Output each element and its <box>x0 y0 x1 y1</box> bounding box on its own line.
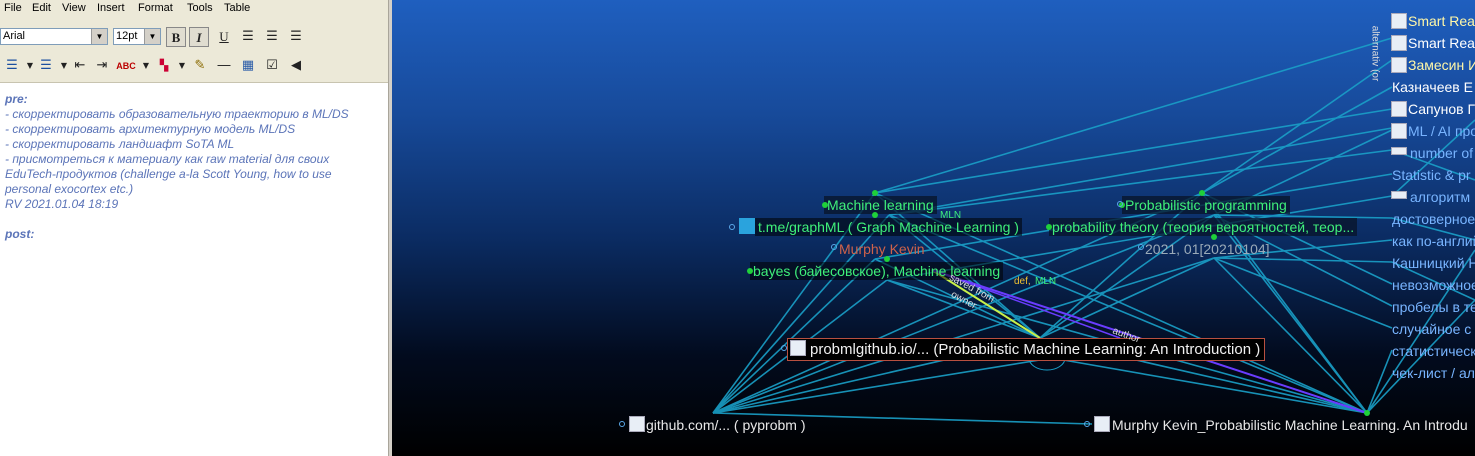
node-anchor <box>1364 410 1370 416</box>
size-select-value: 12pt <box>116 30 138 42</box>
node-anchor <box>872 212 878 218</box>
node-murphy-file[interactable]: Murphy Kevin_Probabilistic Machine Learn… <box>1109 416 1471 434</box>
node-prob-programming[interactable]: Probabilistic programming <box>1122 196 1290 214</box>
file-icon <box>1094 416 1110 432</box>
checkbox-icon[interactable]: ☑ <box>262 56 282 76</box>
bullet-list-icon[interactable]: ☰ <box>2 56 22 76</box>
node-anchor <box>822 202 828 208</box>
node-central[interactable]: probmlgithub.io/... (Probabilistic Machi… <box>787 338 1266 361</box>
edge-label: def, <box>1014 276 1031 287</box>
note-line: pre: <box>5 92 28 106</box>
chevron-down-icon[interactable]: ▼ <box>172 56 192 76</box>
font-select[interactable]: Arial ▼ <box>0 28 108 45</box>
node-anchor <box>1117 201 1123 207</box>
node-anchor <box>781 345 787 351</box>
edge-label: MLN <box>940 210 962 221</box>
align-center-icon[interactable]: ☰ <box>262 27 282 47</box>
edge-label: alternativ (or <box>1369 25 1381 82</box>
node-anchor <box>619 421 625 427</box>
node-pyprobm[interactable]: github.com/... ( pyprobm ) <box>643 416 809 434</box>
note-line: - присмотреться к материалу как raw mate… <box>5 152 330 166</box>
node-anchor <box>831 244 837 250</box>
right-node[interactable]: случайное с <box>1392 320 1471 338</box>
node-anchor <box>872 190 878 196</box>
italic-button[interactable]: I <box>189 27 209 47</box>
color-icon[interactable]: ▚ <box>154 56 174 76</box>
align-left-icon[interactable]: ☰ <box>238 27 258 47</box>
note-line: personal exocortex etc.) <box>5 182 134 196</box>
file-icon <box>790 340 806 356</box>
chevron-down-icon[interactable]: ▼ <box>91 29 107 44</box>
right-node[interactable]: Кашницкий Н <box>1392 254 1475 272</box>
node-central-label: probmlgithub.io/... (Probabilistic Machi… <box>810 341 1261 358</box>
menu-file[interactable]: File <box>4 2 22 14</box>
underline-button[interactable]: U <box>214 27 234 47</box>
align-right-icon[interactable]: ☰ <box>286 27 306 47</box>
menu-insert[interactable]: Insert <box>97 2 125 14</box>
font-select-value: Arial <box>3 30 26 42</box>
right-node[interactable]: статистическ <box>1392 342 1475 360</box>
node-anchor <box>729 224 735 230</box>
format-toolbar: Arial ▼ 12pt ▼ B I U ☰ ☰ ☰ <box>0 18 388 54</box>
table-icon[interactable]: ▦ <box>238 56 258 76</box>
node-prob-theory[interactable]: probability theory (теория вероятностей,… <box>1049 218 1358 236</box>
telegram-icon <box>739 218 755 234</box>
note-line: post: <box>5 227 35 241</box>
edge-label: MLN <box>1035 276 1057 287</box>
size-select[interactable]: 12pt ▼ <box>113 28 161 45</box>
note-line: - скорректировать архитектурную модель M… <box>5 122 296 136</box>
horizontal-rule-icon[interactable]: ― <box>214 56 234 76</box>
spellcheck-icon[interactable]: ABC <box>116 56 136 76</box>
right-node[interactable]: невозможное <box>1392 276 1475 294</box>
note-text[interactable]: pre: - скорректировать образовательную т… <box>0 83 388 456</box>
note-line: EduTech-продуктов (challenge a-la Scott … <box>5 167 332 181</box>
node-anchor <box>1084 421 1090 427</box>
menu-format[interactable]: Format <box>138 2 173 14</box>
chevron-down-icon[interactable]: ▼ <box>136 56 156 76</box>
node-anchor <box>1211 234 1217 240</box>
outdent-icon[interactable]: ⇤ <box>70 56 90 76</box>
mind-map-canvas[interactable]: Machine learning t.me/graphML ( Graph Ma… <box>392 0 1475 456</box>
bold-button[interactable]: B <box>166 27 186 47</box>
note-line: - скорректировать ландшафт SoTA ML <box>5 137 235 151</box>
right-node[interactable]: пробелы в те <box>1392 298 1475 316</box>
insert-toolbar: ☰ ▼ ☰ ▼ ⇤ ⇥ ABC ▼ ▚ ▼ ✎ ― ▦ ☑ ◀ <box>0 54 388 83</box>
node-anchor <box>884 256 890 262</box>
note-line: RV 2021.01.04 18:19 <box>5 197 119 211</box>
thumbnail-icon <box>1391 191 1407 199</box>
note-line: - скорректировать образовательную траект… <box>5 107 349 121</box>
node-anchor <box>1138 244 1144 250</box>
file-icon <box>1391 13 1407 29</box>
thumbnail-icon <box>1391 147 1407 155</box>
menu-view[interactable]: View <box>62 2 86 14</box>
clear-format-icon[interactable]: ✎ <box>190 56 210 76</box>
node-anchor <box>1046 224 1052 230</box>
right-node[interactable]: Statistic & pr <box>1392 166 1471 184</box>
node-bayes[interactable]: bayes (байесовское), Machine learning <box>750 262 1004 280</box>
menu-bar: File Edit View Insert Format Tools Table <box>0 0 388 18</box>
node-machine-learning[interactable]: Machine learning <box>824 196 937 214</box>
menu-edit[interactable]: Edit <box>32 2 51 14</box>
file-icon <box>1391 123 1407 139</box>
menu-table[interactable]: Table <box>224 2 250 14</box>
file-icon <box>1391 57 1407 73</box>
right-node[interactable]: как по-англий <box>1392 232 1475 250</box>
right-node[interactable]: достоверное <box>1392 210 1475 228</box>
numbered-list-icon[interactable]: ☰ <box>36 56 56 76</box>
node-date[interactable]: 2021, 01[20210104] <box>1142 240 1273 258</box>
node-murphy-kevin[interactable]: Murphy Kevin <box>836 240 928 258</box>
node-anchor <box>1199 190 1205 196</box>
note-editor-pane: File Edit View Insert Format Tools Table… <box>0 0 388 456</box>
file-icon <box>1391 35 1407 51</box>
right-node[interactable]: Казначеев Е <box>1392 78 1473 96</box>
play-icon[interactable]: ◀ <box>286 56 306 76</box>
chevron-down-icon[interactable]: ▼ <box>144 29 160 44</box>
file-icon <box>1391 101 1407 117</box>
node-anchor <box>747 268 753 274</box>
node-graph-ml[interactable]: t.me/graphML ( Graph Machine Learning ) <box>755 218 1022 236</box>
indent-icon[interactable]: ⇥ <box>92 56 112 76</box>
right-node[interactable]: чек-лист / ал <box>1392 364 1475 382</box>
menu-tools[interactable]: Tools <box>187 2 213 14</box>
